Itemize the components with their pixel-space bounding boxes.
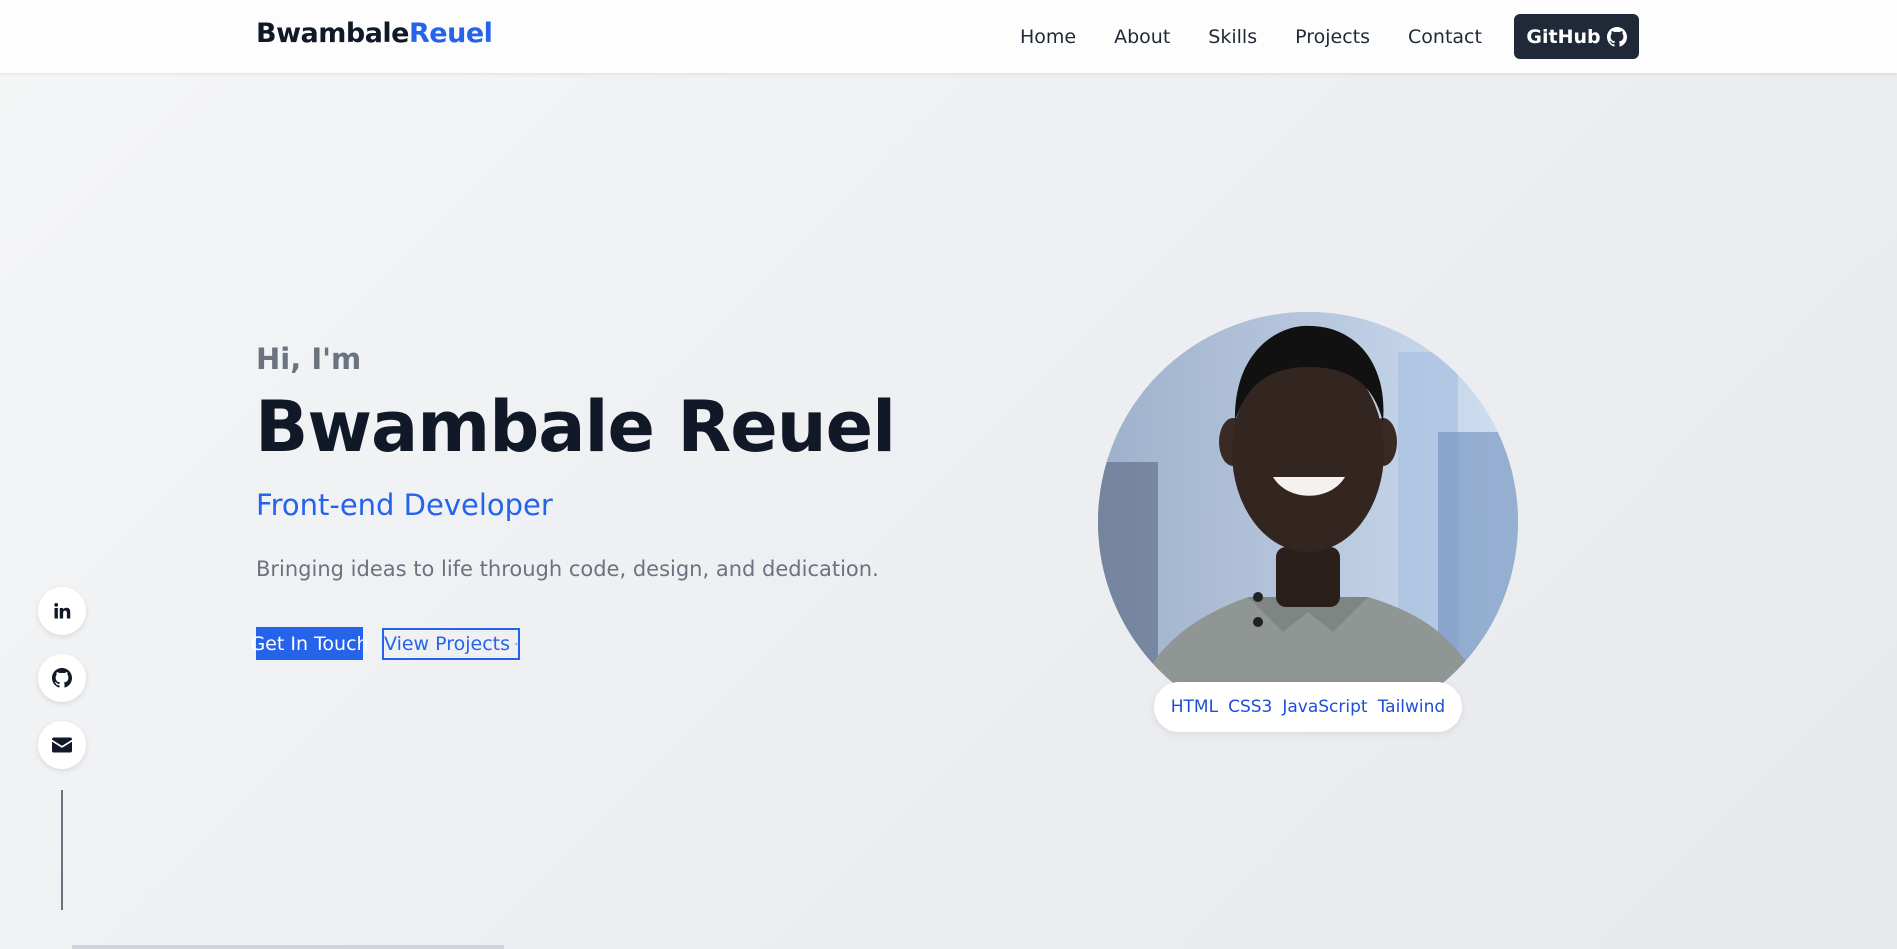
github-icon: [1606, 26, 1627, 47]
scroll-indicator: [72, 945, 504, 949]
nav-skills[interactable]: Skills: [1208, 26, 1257, 48]
email-link[interactable]: [38, 721, 86, 769]
view-projects-button[interactable]: View Projects: [382, 628, 520, 660]
social-divider-line: [61, 790, 63, 910]
nav-about[interactable]: About: [1114, 26, 1170, 48]
github-button[interactable]: GitHub: [1514, 14, 1639, 59]
skill-tag: CSS3: [1228, 697, 1273, 717]
skill-tag: HTML: [1170, 697, 1219, 717]
linkedin-link[interactable]: [38, 587, 86, 635]
skill-tag: Tailwind: [1377, 697, 1446, 717]
arrow-right-icon: [514, 642, 518, 646]
hero-name: Bwambale Reuel: [255, 386, 896, 468]
skill-tag: JavaScript: [1282, 697, 1368, 717]
navbar: BwambaleReuel Home About Skills Projects…: [0, 0, 1897, 73]
get-in-touch-button[interactable]: Get In Touch: [250, 627, 369, 660]
nav-home[interactable]: Home: [1020, 26, 1076, 48]
hero-greeting: Hi, I'm: [256, 342, 362, 376]
github-button-label: GitHub: [1526, 25, 1601, 48]
mail-icon: [52, 737, 72, 753]
get-in-touch-label: Get In Touch: [250, 632, 369, 655]
skills-badge: HTML CSS3 JavaScript Tailwind: [1154, 682, 1462, 732]
linkedin-icon: [54, 602, 71, 619]
github-social-link[interactable]: [38, 654, 86, 702]
hero-tagline: Bringing ideas to life through code, des…: [256, 557, 879, 581]
brand-accent: Reuel: [409, 18, 493, 49]
hero-role: Front-end Developer: [256, 488, 553, 522]
view-projects-label: View Projects: [384, 633, 511, 655]
brand-logo[interactable]: BwambaleReuel: [256, 18, 493, 49]
profile-photo: [1098, 312, 1518, 732]
nav-links: Home About Skills Projects Contact: [1020, 0, 1520, 73]
brand-first: Bwambale: [256, 18, 410, 49]
nav-projects[interactable]: Projects: [1295, 26, 1370, 48]
github-icon: [52, 668, 72, 688]
nav-contact[interactable]: Contact: [1408, 26, 1482, 48]
